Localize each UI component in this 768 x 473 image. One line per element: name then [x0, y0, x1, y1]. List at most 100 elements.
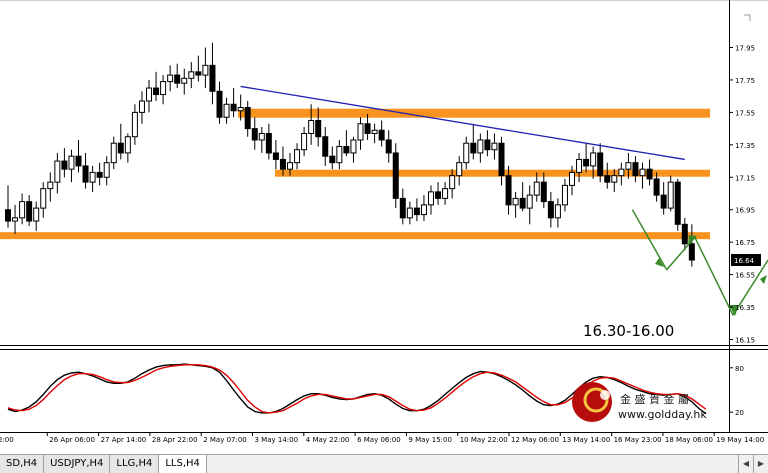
candle-body-down	[96, 171, 103, 178]
logo-url: www.goldday.hk	[618, 408, 707, 421]
candle-body-up	[625, 162, 632, 170]
tab-lls-h4[interactable]: LLS,H4	[159, 455, 207, 473]
candle-body-up	[336, 145, 343, 164]
time-tick-label: 16 May 23:00	[614, 436, 662, 444]
candle-body-up	[569, 171, 575, 186]
candle-body-up	[138, 100, 145, 113]
candle-body-down	[174, 74, 181, 84]
candle-body-down	[378, 129, 385, 141]
time-tick-label: 2:00	[0, 436, 14, 444]
candle-body-down	[688, 243, 695, 261]
candle-body-up	[12, 217, 19, 222]
candle-body-down	[505, 175, 512, 206]
candle-body-up	[554, 204, 561, 219]
time-tick-label: 12 May 06:00	[511, 436, 559, 444]
candle-body-up	[301, 132, 308, 151]
candle-body-down	[230, 103, 237, 112]
candle-body-up	[160, 81, 167, 96]
candle-body-up	[442, 188, 449, 199]
logo-highlight-icon	[600, 390, 610, 400]
candle-body-down	[209, 64, 216, 92]
candle-body-down	[216, 90, 223, 118]
current-price-label: 16.64	[734, 257, 755, 265]
candle	[392, 143, 399, 209]
candle-body-down	[117, 142, 124, 154]
candle-body-down	[413, 207, 420, 216]
candle-body-up	[477, 139, 484, 154]
candle-body-down	[632, 162, 639, 177]
time-tick-label: 9 May 15:00	[408, 436, 452, 444]
candle-body-up	[371, 129, 378, 134]
scroll-left-icon[interactable]: ◀	[738, 455, 753, 473]
price-tick-label: 16.35	[735, 304, 755, 312]
candle-body-down	[674, 181, 681, 225]
price-tick-label: 16.95	[735, 207, 755, 215]
candle-body-down	[82, 165, 89, 183]
candle-body-down	[272, 152, 279, 160]
target-annotation: 16.30-16.00	[583, 322, 674, 340]
candle-body-up	[406, 207, 413, 219]
candle-body-up	[456, 162, 463, 177]
time-tick-label: 13 May 14:00	[562, 436, 610, 444]
candle-body-down	[75, 155, 82, 167]
price-tick-label: 16.75	[735, 239, 755, 247]
candle-body-down	[5, 209, 11, 222]
candle-body-up	[287, 162, 293, 170]
logo-name: 金 盛 貴 金 屬	[620, 392, 689, 406]
candle-body-down	[470, 142, 477, 154]
candle-body-down	[265, 132, 272, 154]
candle-body-down	[646, 168, 653, 180]
candle-body-down	[435, 191, 442, 199]
price-tick-label: 17.15	[735, 174, 755, 182]
candle-body-up	[167, 74, 174, 83]
candle-body-down	[498, 142, 505, 177]
candle-body-down	[364, 123, 371, 134]
time-tick-label: 26 Apr 06:00	[49, 436, 95, 444]
time-tick-label: 6 May 06:00	[357, 436, 401, 444]
indicator-tick-label: 20	[735, 409, 744, 417]
chart-background	[0, 0, 768, 454]
candle-body-down	[583, 158, 590, 167]
candle-body-down	[653, 178, 660, 196]
resistance-zone	[238, 108, 710, 118]
candle-body-up	[639, 168, 646, 177]
price-tick-label: 17.35	[735, 142, 755, 150]
price-tick-label: 17.75	[735, 77, 755, 85]
time-tick-label: 28 Apr 22:00	[152, 436, 198, 444]
candle-body-up	[611, 175, 618, 183]
tab-llg-h4[interactable]: LLG,H4	[110, 455, 160, 473]
candle-body-down	[279, 158, 286, 170]
tab-sd-h4[interactable]: SD,H4	[0, 455, 45, 473]
tab-scroll-controls: ◀ ▶	[738, 455, 768, 473]
chart-canvas[interactable]: 17.95 17.75 17.55 17.35 17.15 16.95 16.75 16.55…	[0, 0, 768, 454]
candle-body-down	[61, 160, 68, 170]
candle-body-up	[146, 87, 152, 102]
candle-body-up	[89, 171, 96, 183]
candle-body-up	[449, 175, 456, 190]
candle-body-up	[124, 136, 131, 154]
time-tick-label: 4 May 22:00	[306, 436, 350, 444]
price-tick-label: 17.95	[735, 45, 755, 53]
candle-body-up	[40, 188, 47, 209]
tab-usdjpy-h4[interactable]: USDJPY,H4	[44, 455, 111, 473]
candle-body-up	[561, 184, 568, 206]
candle-body-up	[33, 207, 40, 222]
candle-body-up	[68, 155, 75, 170]
candle-body-up	[237, 107, 244, 112]
scroll-right-icon[interactable]: ▶	[753, 455, 768, 473]
candle-body-up	[258, 132, 265, 141]
candle-body-up	[19, 201, 26, 219]
symbol-tab-bar: SD,H4 USDJPY,H4 LLG,H4 LLS,H4 ◀ ▶	[0, 454, 768, 473]
candle-body-up	[350, 139, 357, 154]
candle-body-down	[385, 139, 392, 154]
candle-body-up	[512, 197, 519, 206]
candle-body-up	[428, 191, 434, 206]
candle-body-up	[618, 168, 625, 177]
candle-body-up	[491, 142, 498, 151]
candle-body-down	[315, 120, 322, 138]
candle-body-down	[329, 155, 336, 164]
candle-body-up	[54, 160, 61, 183]
candle-body-down	[660, 194, 667, 209]
candle-body-down	[547, 201, 554, 219]
indicator-tick-label: 80	[735, 365, 744, 373]
